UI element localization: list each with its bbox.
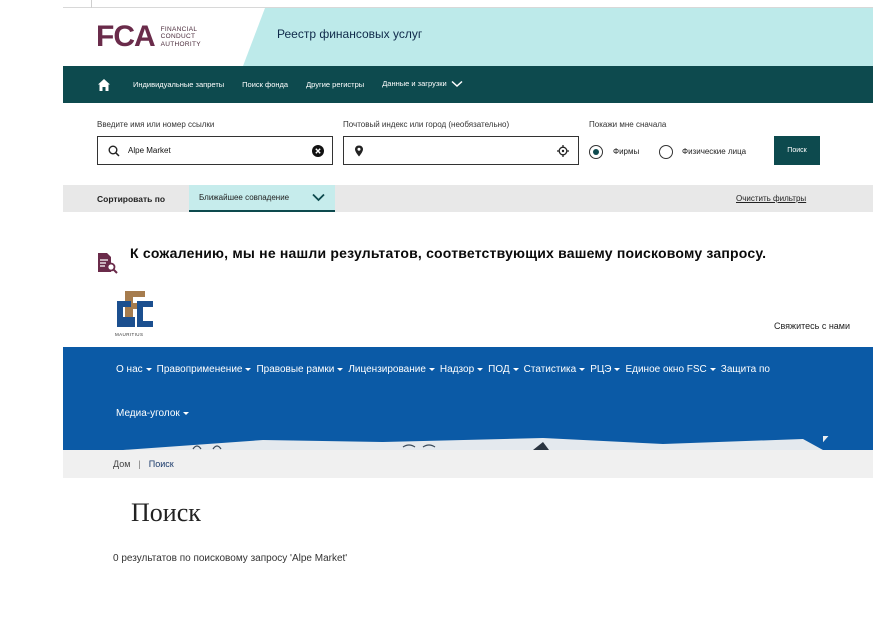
sort-label: Сортировать по xyxy=(97,194,166,204)
fsc-nav-row-1: О нас Правоприменение Правовые рамки Лиц… xyxy=(116,364,775,375)
breadcrumb-home[interactable]: Дом xyxy=(113,459,130,469)
clear-input-icon[interactable] xyxy=(312,145,324,157)
nav-item-fund-search[interactable]: Поиск фонда xyxy=(242,80,288,89)
contact-us-link[interactable]: Свяжитесь с нами xyxy=(774,321,850,331)
fsc-nav-bar: О нас Правоприменение Правовые рамки Лиц… xyxy=(63,347,873,436)
fsc-logo[interactable]: MAURITIUS xyxy=(115,287,157,339)
fca-logo[interactable]: FCA FINANCIAL CONDUCT AUTHORITY xyxy=(96,22,221,52)
chevron-down-icon xyxy=(312,193,325,202)
fsc-nav-rce[interactable]: РЦЭ xyxy=(590,364,621,375)
caret-down-icon xyxy=(709,367,716,371)
fsc-nav-aml[interactable]: ПОД xyxy=(488,364,519,375)
search-icon xyxy=(108,145,120,157)
fsc-hero-image xyxy=(63,436,823,450)
results-count: 0 результатов по поисковому запросу 'Alp… xyxy=(113,553,348,564)
nav-item-data-downloads[interactable]: Данные и загрузки xyxy=(382,79,463,89)
breadcrumb-current: Поиск xyxy=(148,459,174,469)
crosshair-icon[interactable] xyxy=(557,145,569,157)
fca-logo-words: FINANCIAL CONDUCT AUTHORITY xyxy=(160,25,201,48)
nav-item-individual-bans[interactable]: Индивидуальные запреты xyxy=(133,80,224,89)
fsc-nav-media-corner[interactable]: Медиа-уголок xyxy=(116,408,189,419)
radio-individuals[interactable] xyxy=(659,145,673,159)
caret-down-icon xyxy=(145,367,152,371)
name-search-input[interactable]: Alpe Market xyxy=(97,136,333,165)
caret-down-icon xyxy=(337,367,344,371)
sort-select[interactable]: Ближайшее совпадение xyxy=(189,185,335,212)
fca-logo-mark: FCA xyxy=(96,20,156,53)
radio-firms[interactable] xyxy=(589,145,603,159)
fca-header: FCA FINANCIAL CONDUCT AUTHORITY Реестр ф… xyxy=(63,8,873,66)
document-search-icon xyxy=(98,253,118,274)
radio-individuals-label: Физические лица xyxy=(682,147,747,156)
radio-firms-label: Фирмы xyxy=(613,147,640,156)
caret-down-icon xyxy=(477,367,484,371)
home-icon[interactable] xyxy=(97,78,111,92)
fca-search-panel: Введите имя или номер ссылки Alpe Market… xyxy=(63,103,873,185)
caret-down-icon xyxy=(182,411,189,415)
fsc-nav-single-window[interactable]: Единое окно FSC xyxy=(625,364,716,375)
fca-top-border xyxy=(63,0,873,8)
fsc-logo-emblem xyxy=(117,291,153,327)
nav-item-other-registers[interactable]: Другие регистры xyxy=(306,80,364,89)
name-search-value: Alpe Market xyxy=(128,146,171,155)
name-field-label: Введите имя или номер ссылки xyxy=(97,120,215,129)
fsc-nav-licensing[interactable]: Лицензирование xyxy=(348,364,435,375)
location-pin-icon xyxy=(355,145,363,156)
caret-down-icon xyxy=(614,367,621,371)
no-results-text: К сожалению, мы не нашли результатов, со… xyxy=(130,245,767,261)
fca-nav-bar: Индивидуальные запреты Поиск фонда Други… xyxy=(63,66,873,103)
fca-register-title: Реестр финансовых услуг xyxy=(277,27,423,41)
location-input[interactable] xyxy=(343,136,579,165)
caret-down-icon xyxy=(579,367,586,371)
fsc-nav-protection[interactable]: Защита по xyxy=(721,364,770,375)
fsc-logo-caption: MAURITIUS xyxy=(115,332,144,337)
sort-selected-value: Ближайшее совпадение xyxy=(199,193,290,202)
fsc-nav-enforcement[interactable]: Правоприменение xyxy=(157,364,252,375)
search-button[interactable]: Поиск xyxy=(774,136,820,165)
fsc-nav-supervision[interactable]: Надзор xyxy=(440,364,484,375)
caret-down-icon xyxy=(245,367,252,371)
caret-down-icon xyxy=(428,367,435,371)
sort-bar: Сортировать по Ближайшее совпадение Очис… xyxy=(63,185,873,212)
clear-filters-link[interactable]: Очистить фильтры xyxy=(736,194,806,203)
fsc-nav-about[interactable]: О нас xyxy=(116,364,152,375)
fsc-hero-banner xyxy=(63,436,873,450)
fsc-nav-statistics[interactable]: Статистика xyxy=(524,364,586,375)
show-first-label: Покажи мне сначала xyxy=(589,120,667,129)
chevron-down-icon xyxy=(451,80,463,90)
fsc-nav-legal-framework[interactable]: Правовые рамки xyxy=(256,364,344,375)
breadcrumb-separator: | xyxy=(138,459,141,469)
fsc-nav-row-2: Медиа-уголок xyxy=(116,408,194,419)
caret-down-icon xyxy=(512,367,519,371)
page-title: Поиск xyxy=(131,498,201,527)
location-field-label: Почтовый индекс или город (необязательно… xyxy=(343,120,510,129)
breadcrumb: Дом | Поиск xyxy=(63,450,873,478)
